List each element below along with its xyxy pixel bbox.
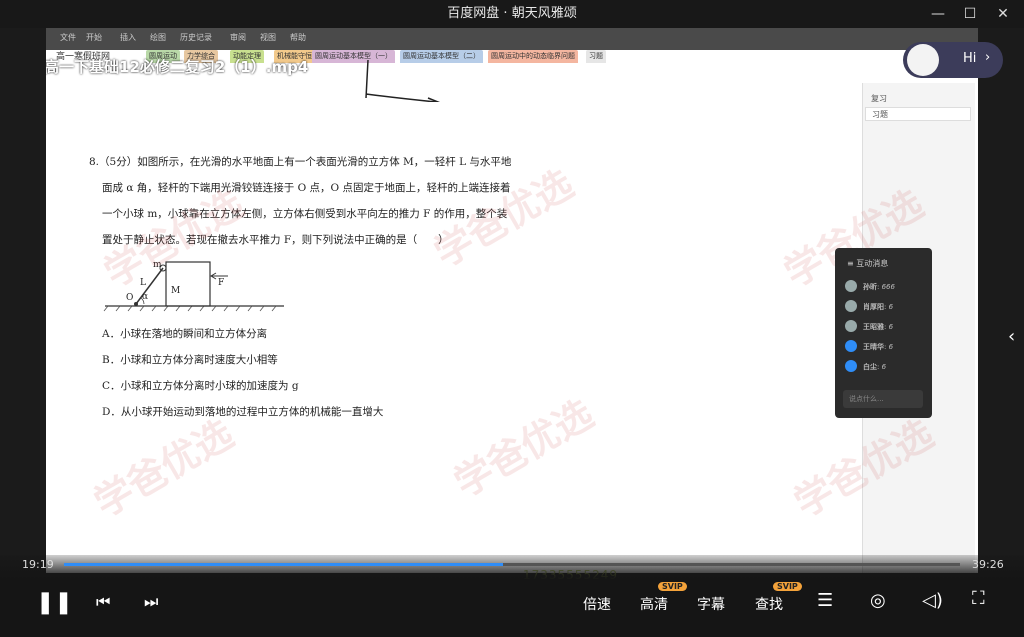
question-line: 面成 α 角，轻杆的下端用光滑铰链连接于 O 点，O 点固定于地面上，轻杆的上端… (102, 182, 511, 194)
avatar (845, 340, 857, 352)
menu-icon: ≡ (847, 259, 857, 268)
previous-icon[interactable]: ⏮ (96, 592, 110, 612)
side-item[interactable]: 复习 (871, 93, 887, 104)
screenshot-icon[interactable]: ▣ (805, 48, 820, 67)
chat-panel: ≡ 互动消息 孙昕: 666 肖厚阳: 6 王昭雅: 6 王晴华: 6 白尘: … (835, 248, 932, 418)
search-button[interactable]: 查找 (755, 594, 783, 614)
window-title: 百度网盘 · 朝天风雅颂 (447, 6, 577, 21)
option-a: A．小球在落地的瞬间和立方体分离 (102, 328, 268, 340)
assistant-avatar-icon (907, 44, 939, 76)
maximize-button[interactable]: ☐ (959, 4, 981, 24)
option-c: C．小球和立方体分离时小球的加速度为 g (102, 380, 299, 392)
current-time: 19:19 (22, 558, 54, 571)
title-bar: 百度网盘 · 朝天风雅颂 — ☐ ✕ (0, 0, 1024, 28)
watermark: 学爸优选 (446, 391, 601, 506)
minimize-button[interactable]: — (927, 4, 949, 24)
watermark: 学爸优选 (426, 161, 581, 276)
ribbon-item: 开始 (86, 33, 102, 42)
pause-icon[interactable]: ❚❚ (36, 590, 73, 615)
avatar (845, 360, 857, 372)
chat-title-row: ≡ 互动消息 (847, 258, 888, 269)
total-time: 39:26 (972, 558, 1004, 571)
question-line: 8.（5分）如图所示，在光滑的水平地面上有一个表面光滑的立方体 M，一轻杆 L … (89, 156, 512, 168)
chat-input[interactable]: 说点什么... (843, 390, 923, 408)
section-tab: 习题 (586, 50, 606, 63)
figure-label-O: O (126, 293, 134, 303)
svip-badge: SVIP (773, 582, 802, 591)
speed-button[interactable]: 倍速 (583, 594, 611, 614)
subtitle-button[interactable]: 字幕 (697, 594, 725, 614)
ribbon-item: 绘图 (150, 33, 166, 42)
side-expand-icon[interactable]: ‹ (1008, 326, 1015, 347)
side-item[interactable]: 习题 (865, 107, 971, 121)
section-tab: 圆周运动中的动态临界问题 (488, 50, 578, 63)
playlist-icon[interactable]: ☰ (817, 590, 833, 611)
assistant-button[interactable]: Hi › (903, 42, 1003, 78)
ribbon-item: 视图 (260, 33, 276, 42)
next-icon[interactable]: ⏭ (144, 592, 158, 612)
ribbon-item: 插入 (120, 33, 136, 42)
note-icon[interactable]: ✎ (858, 48, 871, 67)
onenote-ribbon: 文件 开始 插入 绘图 历史记录 审阅 视图 帮助 (46, 28, 978, 50)
chat-title: 互动消息 (856, 259, 889, 268)
close-button[interactable]: ✕ (992, 4, 1014, 24)
figure-label-alpha: α (142, 292, 149, 302)
more-icon[interactable]: ··· (740, 44, 755, 63)
progress-fill (64, 563, 504, 566)
share-icon[interactable]: ⟨ (640, 48, 646, 67)
ribbon-item: 文件 (60, 33, 76, 42)
video-filename: 高一下基础12必修二复习2（1）.mp4 (46, 58, 309, 76)
handwriting-sketch (365, 59, 441, 102)
assistant-label: Hi (963, 51, 977, 66)
ribbon-item: 帮助 (290, 33, 306, 42)
volume-icon[interactable]: ◁) (922, 590, 943, 611)
ribbon-item: 历史记录 (180, 33, 212, 42)
download-icon[interactable]: ⤓ (690, 48, 697, 68)
progress-bar[interactable] (64, 563, 960, 566)
ribbon-item: 审阅 (230, 33, 246, 42)
svip-badge: SVIP (658, 582, 687, 591)
avatar (845, 280, 857, 292)
option-d: D．从小球开始运动到落地的过程中立方体的机械能一直增大 (102, 406, 384, 418)
figure-label-F: F (218, 278, 225, 288)
option-b: B．小球和立方体分离时速度大小相等 (102, 354, 278, 366)
watermark: 学爸优选 (86, 411, 241, 526)
avatar (845, 320, 857, 332)
settings-icon[interactable]: ◎ (870, 590, 886, 611)
fullscreen-icon[interactable]: ⛶ (972, 588, 985, 609)
figure-label-M: M (171, 286, 181, 296)
chevron-right-icon: › (985, 50, 991, 65)
avatar (845, 300, 857, 312)
quality-button[interactable]: 高清 (640, 594, 668, 614)
